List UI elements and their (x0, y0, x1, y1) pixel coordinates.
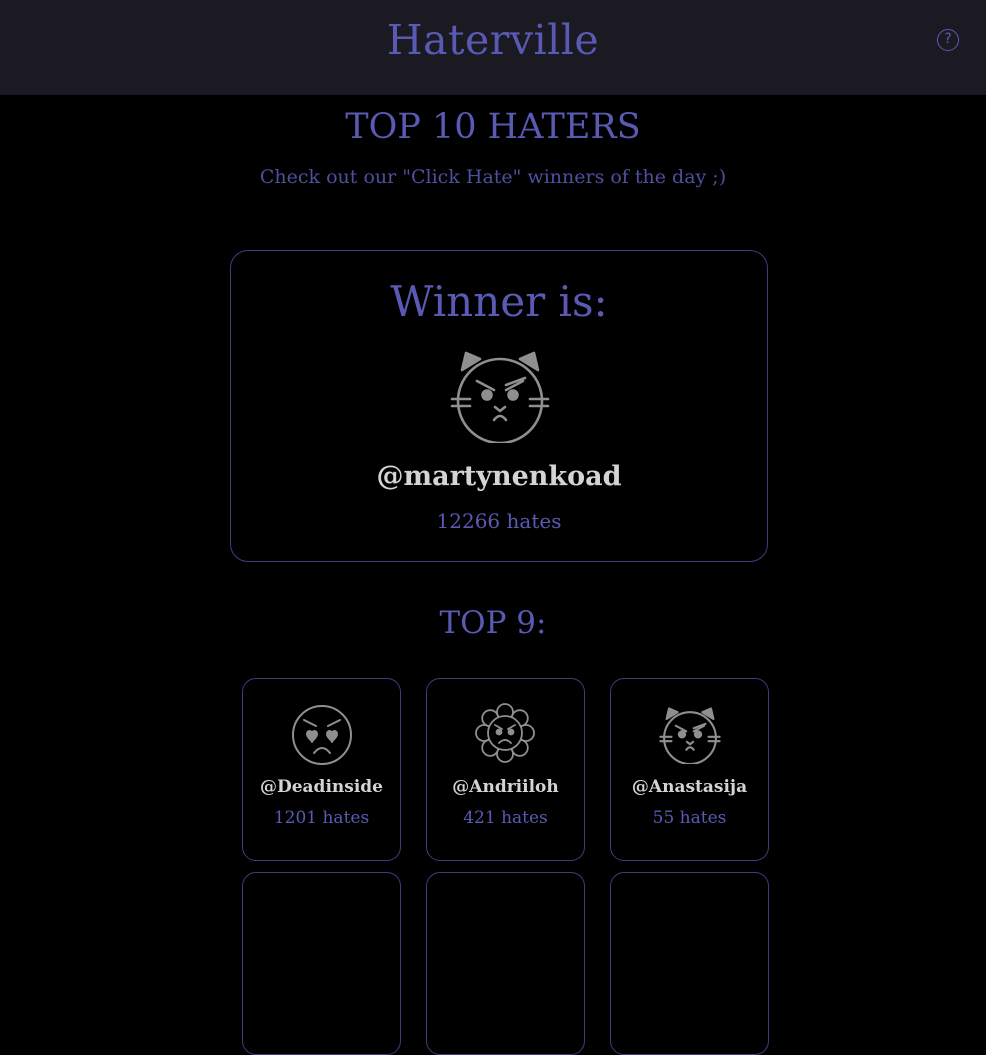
winner-card: Winner is: @martynenkoad 12266 hates (230, 250, 768, 562)
angry-heart-eyes-face-icon (290, 703, 354, 767)
hater-hates-count: 1201 hates (273, 808, 370, 828)
winner-hates-count: 12266 hates (436, 509, 562, 533)
angry-flower-icon (473, 701, 537, 765)
top-bar: Haterville ? (0, 0, 986, 95)
brand-logo[interactable]: Haterville (0, 16, 986, 64)
hater-card[interactable]: @Anastasija 55 hates (610, 678, 769, 861)
hater-card-partial[interactable] (426, 872, 585, 1055)
page-subtitle: Check out our "Click Hate" winners of th… (259, 166, 727, 188)
hater-card-partial[interactable] (610, 872, 769, 1055)
angry-cat-icon (659, 706, 723, 770)
hater-card-partial[interactable] (242, 872, 401, 1055)
angry-cat-icon (450, 349, 550, 443)
winner-heading: Winner is: (390, 277, 608, 326)
hater-hates-count: 55 hates (652, 808, 727, 828)
page-title: TOP 10 HATERS (345, 107, 641, 147)
hater-username[interactable]: @Andriiloh (427, 777, 584, 797)
question-circle-icon: ? (944, 31, 952, 47)
top9-title: TOP 9: (439, 605, 547, 641)
hater-card[interactable]: @Deadinside 1201 hates (242, 678, 401, 861)
hater-hates-count: 421 hates (463, 808, 548, 828)
hater-username[interactable]: @Deadinside (243, 777, 400, 797)
hater-username[interactable]: @Anastasija (611, 777, 768, 797)
hater-card[interactable]: @Andriiloh 421 hates (426, 678, 585, 861)
winner-username[interactable]: @martynenkoad (231, 461, 767, 492)
help-button[interactable]: ? (937, 29, 959, 51)
